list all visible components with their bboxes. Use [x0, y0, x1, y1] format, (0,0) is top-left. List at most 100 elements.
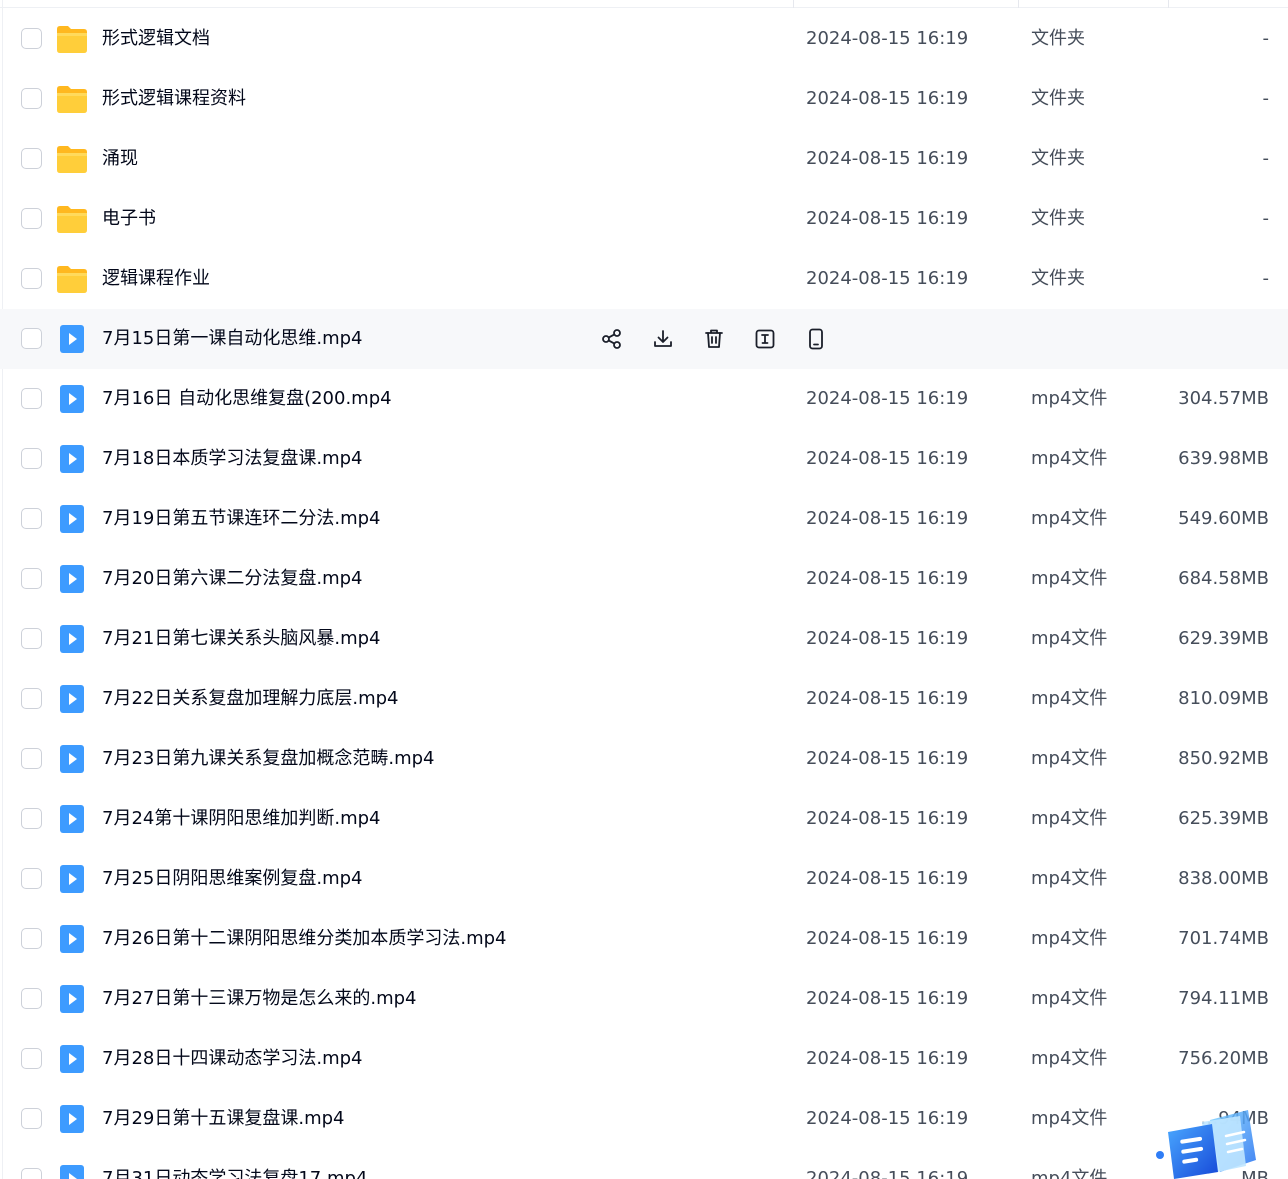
file-name[interactable]: 7月15日第一课自动化思维.mp4: [102, 327, 363, 351]
file-row[interactable]: 7月23日第九课关系复盘加概念范畴.mp4 2024-08-15 16:19 mp4…: [0, 729, 1288, 789]
trash-icon[interactable]: [700, 325, 728, 353]
video-file-icon: [56, 385, 88, 413]
file-size: -: [1262, 208, 1270, 229]
row-checkbox[interactable]: [21, 448, 42, 469]
modified-date: 2024-08-15 16:19: [806, 448, 969, 469]
row-checkbox[interactable]: [21, 388, 42, 409]
file-name[interactable]: 电子书: [102, 207, 156, 231]
share-icon[interactable]: [598, 325, 626, 353]
file-name[interactable]: 7月25日阴阳思维案例复盘.mp4: [102, 867, 363, 891]
table-header-strip: [0, 0, 1288, 8]
file-size: 701.74MB: [1178, 928, 1269, 949]
file-type: 文件夹: [1031, 208, 1085, 229]
file-row[interactable]: 7月15日第一课自动化思维.mp4: [0, 309, 1288, 369]
file-row[interactable]: 7月22日关系复盘加理解力底层.mp4 2024-08-15 16:19 mp4文件…: [0, 669, 1288, 729]
file-name[interactable]: 7月26日第十二课阴阳思维分类加本质学习法.mp4: [102, 927, 507, 951]
file-row[interactable]: 7月19日第五节课连环二分法.mp4 2024-08-15 16:19 mp4文件 5…: [0, 489, 1288, 549]
row-checkbox[interactable]: [21, 208, 42, 229]
file-type: mp4文件: [1031, 808, 1108, 829]
file-list: 形式逻辑文档 2024-08-15 16:19 文件夹 - 形式逻辑课程资料 2024-0…: [0, 9, 1288, 1179]
folder-row[interactable]: 形式逻辑文档 2024-08-15 16:19 文件夹 -: [0, 9, 1288, 69]
document-assistant-icon[interactable]: [1152, 1106, 1262, 1179]
folder-row[interactable]: 形式逻辑课程资料 2024-08-15 16:19 文件夹 -: [0, 69, 1288, 129]
file-name[interactable]: 7月16日 自动化思维复盘(200.mp4: [102, 387, 392, 411]
row-checkbox[interactable]: [21, 1048, 42, 1069]
modified-date: 2024-08-15 16:19: [806, 1048, 969, 1069]
file-row[interactable]: 7月31日动态学习法复盘17.mp4 2024-08-15 16:19 mp4文件……: [0, 1149, 1288, 1179]
file-name[interactable]: 7月28日十四课动态学习法.mp4: [102, 1047, 363, 1071]
file-row[interactable]: 7月16日 自动化思维复盘(200.mp4 2024-08-15 16:19 mp4…: [0, 369, 1288, 429]
video-file-icon: [56, 805, 88, 833]
download-icon[interactable]: [649, 325, 677, 353]
row-checkbox[interactable]: [21, 1108, 42, 1129]
row-checkbox[interactable]: [21, 148, 42, 169]
file-type: mp4文件: [1031, 628, 1108, 649]
row-checkbox[interactable]: [21, 268, 42, 289]
rename-icon[interactable]: [751, 325, 779, 353]
file-name[interactable]: 形式逻辑文档: [102, 27, 210, 51]
file-row[interactable]: 7月21日第七课关系头脑风暴.mp4 2024-08-15 16:19 mp4文件 6…: [0, 609, 1288, 669]
row-checkbox[interactable]: [21, 508, 42, 529]
row-checkbox[interactable]: [21, 1168, 42, 1179]
file-name[interactable]: 涌现: [102, 147, 138, 171]
file-name[interactable]: 7月23日第九课关系复盘加概念范畴.mp4: [102, 747, 435, 771]
file-size: 794.11MB: [1178, 988, 1269, 1009]
row-checkbox[interactable]: [21, 928, 42, 949]
modified-date: 2024-08-15 16:19: [806, 28, 969, 49]
file-type: mp4文件: [1031, 388, 1108, 409]
row-checkbox[interactable]: [21, 328, 42, 349]
folder-row[interactable]: 涌现 2024-08-15 16:19 文件夹 -: [0, 129, 1288, 189]
file-row[interactable]: 7月20日第六课二分法复盘.mp4 2024-08-15 16:19 mp4文件 68…: [0, 549, 1288, 609]
modified-date: 2024-08-15 16:19: [806, 508, 969, 529]
video-file-icon: [56, 625, 88, 653]
file-type: mp4文件: [1031, 508, 1108, 529]
file-name[interactable]: 7月29日第十五课复盘课.mp4: [102, 1107, 345, 1131]
video-file-icon: [56, 1045, 88, 1073]
file-row[interactable]: 7月26日第十二课阴阳思维分类加本质学习法.mp4 2024-08-15 16:1…: [0, 909, 1288, 969]
video-file-icon: [56, 925, 88, 953]
file-row[interactable]: 7月29日第十五课复盘课.mp42024-08-15 16:19mp4文件…94…: [0, 1089, 1288, 1149]
row-checkbox[interactable]: [21, 88, 42, 109]
row-checkbox[interactable]: [21, 628, 42, 649]
video-file-icon: [56, 985, 88, 1013]
file-name[interactable]: 7月19日第五节课连环二分法.mp4: [102, 507, 381, 531]
row-checkbox[interactable]: [21, 808, 42, 829]
file-row[interactable]: 7月18日本质学习法复盘课.mp4 2024-08-15 16:19 mp4文件 63…: [0, 429, 1288, 489]
header-divider[interactable]: [1168, 0, 1169, 8]
row-checkbox[interactable]: [21, 988, 42, 1009]
video-file-icon: [56, 565, 88, 593]
file-row[interactable]: 7月27日第十三课万物是怎么来的.mp4 2024-08-15 16:19 mp4文…: [0, 969, 1288, 1029]
file-name[interactable]: 逻辑课程作业: [102, 267, 210, 291]
row-checkbox[interactable]: [21, 28, 42, 49]
file-name[interactable]: 7月22日关系复盘加理解力底层.mp4: [102, 687, 399, 711]
file-row[interactable]: 7月25日阴阳思维案例复盘.mp4 2024-08-15 16:19 mp4文件 83…: [0, 849, 1288, 909]
file-row[interactable]: 7月28日十四课动态学习法.mp4 2024-08-15 16:19 mp4文件 75…: [0, 1029, 1288, 1089]
row-checkbox[interactable]: [21, 748, 42, 769]
video-file-icon: [56, 1105, 88, 1133]
header-divider[interactable]: [793, 0, 794, 8]
file-name[interactable]: 7月31日动态学习法复盘17.mp4: [102, 1167, 367, 1179]
file-size: 639.98MB: [1178, 448, 1269, 469]
header-divider[interactable]: [1018, 0, 1019, 8]
file-name[interactable]: 7月21日第七课关系头脑风暴.mp4: [102, 627, 381, 651]
file-size: 304.57MB: [1178, 388, 1269, 409]
file-name[interactable]: 7月27日第十三课万物是怎么来的.mp4: [102, 987, 417, 1011]
file-size: 684.58MB: [1178, 568, 1269, 589]
file-name[interactable]: 形式逻辑课程资料: [102, 87, 246, 111]
row-checkbox[interactable]: [21, 688, 42, 709]
video-file-icon: [56, 325, 88, 353]
video-file-icon: [56, 685, 88, 713]
modified-date: 2024-08-15 16:19: [806, 88, 969, 109]
file-size: 629.39MB: [1178, 628, 1269, 649]
modified-date: 2024-08-15 16:19: [806, 208, 969, 229]
file-name[interactable]: 7月24第十课阴阳思维加判断.mp4: [102, 807, 381, 831]
file-name[interactable]: 7月20日第六课二分法复盘.mp4: [102, 567, 363, 591]
folder-row[interactable]: 逻辑课程作业 2024-08-15 16:19 文件夹 -: [0, 249, 1288, 309]
file-name[interactable]: 7月18日本质学习法复盘课.mp4: [102, 447, 363, 471]
row-checkbox[interactable]: [21, 868, 42, 889]
phone-icon[interactable]: [802, 325, 830, 353]
folder-icon: [56, 205, 88, 233]
folder-row[interactable]: 电子书 2024-08-15 16:19 文件夹 -: [0, 189, 1288, 249]
row-checkbox[interactable]: [21, 568, 42, 589]
file-row[interactable]: 7月24第十课阴阳思维加判断.mp4 2024-08-15 16:19 mp4文件 6…: [0, 789, 1288, 849]
